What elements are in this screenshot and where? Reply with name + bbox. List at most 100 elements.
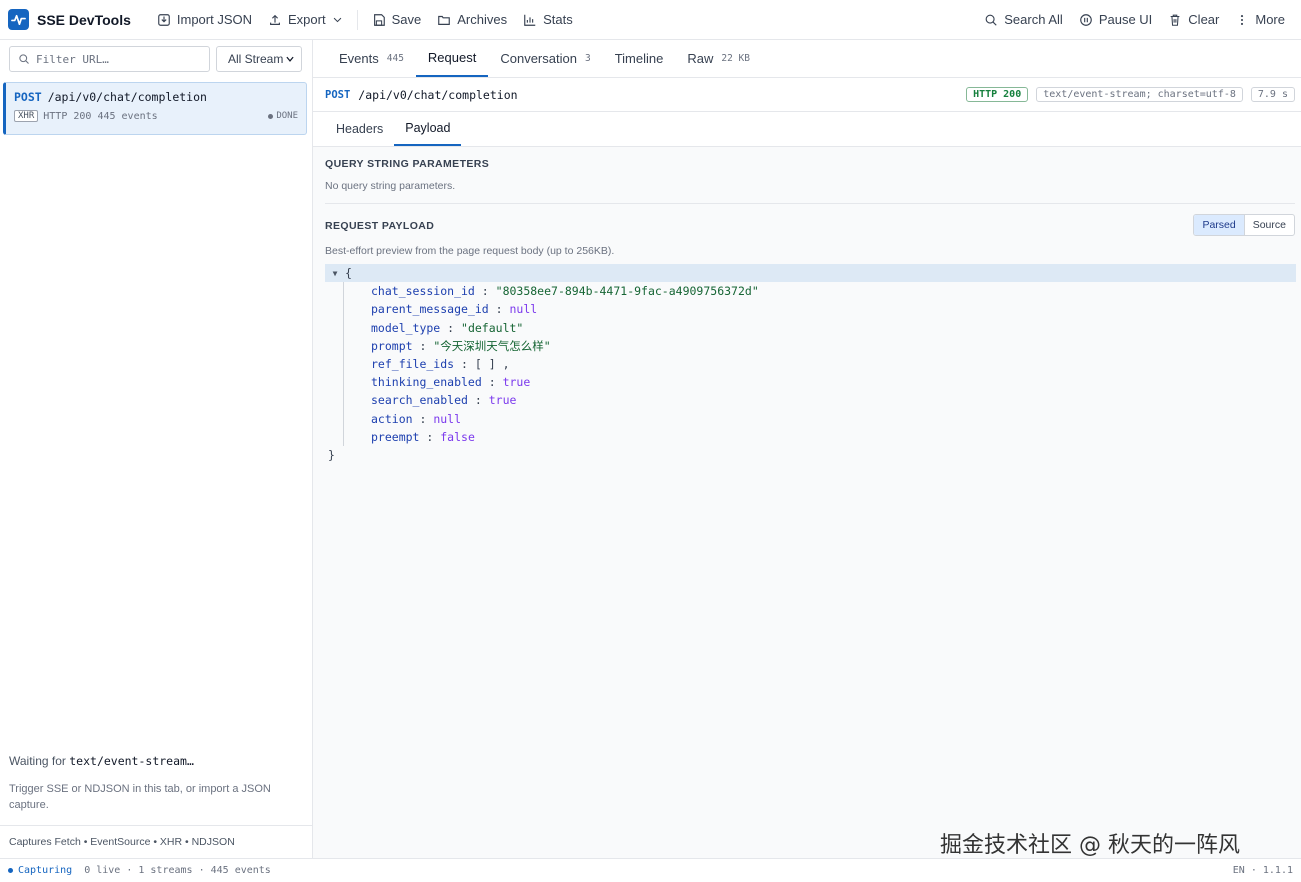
pause-icon — [1079, 13, 1092, 26]
section-title: REQUEST PAYLOAD — [325, 220, 435, 232]
import-json-button[interactable]: Import JSON — [149, 6, 260, 34]
brand: SSE DevTools — [8, 9, 131, 30]
tab-conversation[interactable]: Conversation 3 — [488, 40, 602, 77]
section-divider — [325, 203, 1295, 204]
json-colon: : — [481, 375, 503, 390]
json-key: preempt — [371, 429, 420, 444]
json-field-row: ref_file_ids : [ ] , — [371, 355, 1296, 373]
json-key: model_type — [371, 320, 441, 335]
watermark: 掘金技术社区 @ 秋天的一阵风 — [940, 833, 1240, 858]
section-title: QUERY STRING PARAMETERS — [325, 158, 490, 170]
request-url: /api/v0/chat/completion — [358, 87, 518, 102]
json-key: chat_session_id — [371, 284, 475, 299]
detail-pane: Events 445 Request Conversation 3 Timeline… — [313, 40, 1301, 858]
json-colon: : — [454, 357, 475, 372]
filter-url-input[interactable] — [36, 52, 196, 66]
json-field-row: prompt : "今天深圳天气怎么样" — [371, 337, 1296, 355]
archives-button[interactable]: Archives — [429, 6, 515, 34]
json-field-row: preempt : false — [371, 428, 1296, 446]
filter-url-field[interactable] — [9, 46, 210, 72]
app-title: SSE DevTools — [37, 11, 131, 28]
json-children: chat_session_id : "80358ee7-894b-4471-9f… — [343, 282, 1296, 446]
capturing-indicator[interactable]: Capturing — [18, 865, 72, 876]
trigger-hint: Trigger SSE or NDJSON in this tab, or im… — [9, 783, 271, 811]
stream-type-badge: XHR — [14, 110, 39, 122]
status-badge: HTTP 200 — [966, 87, 1029, 102]
payload-description: Best-effort preview from the page reques… — [325, 245, 615, 257]
json-value: null — [433, 411, 462, 426]
stream-type-select[interactable]: All Stream — [216, 46, 302, 72]
save-button[interactable]: Save — [364, 6, 430, 34]
parsed-toggle-button[interactable]: Parsed — [1194, 215, 1245, 235]
export-button[interactable]: Export — [260, 6, 351, 34]
duration-badge: 7.9 s — [1250, 87, 1295, 102]
empty-query-text: No query string parameters. — [325, 180, 456, 192]
capture-stats: 0 live · 1 streams · 445 events — [84, 865, 271, 876]
json-close-row: } — [328, 447, 335, 462]
json-value: [ ] , — [474, 357, 510, 372]
json-key: ref_file_ids — [371, 357, 455, 372]
json-key: parent_message_id — [371, 302, 489, 317]
source-toggle-button[interactable]: Source — [1245, 215, 1294, 235]
json-colon: : — [412, 411, 434, 426]
json-value: "今天深圳天气怎么样" — [433, 338, 551, 353]
json-colon: : — [467, 393, 489, 408]
json-value: true — [488, 393, 517, 408]
stream-method: POST — [14, 90, 42, 104]
caret-down-icon[interactable]: ▼ — [325, 269, 345, 278]
json-key: thinking_enabled — [371, 375, 482, 390]
json-colon: : — [474, 284, 496, 299]
stream-list-item[interactable]: POST /api/v0/chat/completion XHR HTTP 20… — [3, 82, 307, 135]
json-field-row: search_enabled : true — [371, 391, 1296, 409]
waiting-message: Waiting for text/event-stream… — [9, 754, 194, 768]
capturing-dot-icon — [8, 868, 13, 873]
json-root-row[interactable]: ▼{ — [325, 264, 1296, 283]
view-mode-toggle: Parsed Source — [1193, 214, 1295, 236]
json-field-row: action : null — [371, 410, 1296, 428]
status-dot-icon — [268, 113, 274, 119]
tab-timeline[interactable]: Timeline — [603, 40, 676, 77]
tab-request[interactable]: Request — [415, 40, 489, 77]
import-icon — [158, 13, 170, 26]
json-colon: : — [412, 338, 434, 353]
json-field-row: parent_message_id : null — [371, 300, 1296, 318]
json-key: search_enabled — [371, 393, 468, 408]
more-button[interactable]: More — [1227, 6, 1293, 34]
chevron-down-icon — [333, 17, 341, 23]
request-summary: POST /api/v0/chat/completion HTTP 200 te… — [313, 78, 1301, 112]
captures-footer: Captures Fetch • EventSource • XHR • NDJ… — [0, 825, 312, 858]
json-field-row: chat_session_id : "80358ee7-894b-4471-9f… — [371, 282, 1296, 300]
detail-tabs: Events 445 Request Conversation 3 Timeline… — [313, 40, 1301, 78]
search-icon — [19, 54, 29, 64]
version-label: EN · 1.1.1 — [1232, 865, 1293, 876]
stream-url: /api/v0/chat/completion — [47, 90, 207, 104]
pause-ui-button[interactable]: Pause UI — [1071, 6, 1160, 34]
json-value: "80358ee7-894b-4471-9fac-a4909756372d" — [495, 284, 759, 299]
tab-headers[interactable]: Headers — [325, 112, 394, 146]
folder-icon — [438, 15, 451, 25]
toolbar-divider — [356, 9, 358, 30]
trash-icon — [1170, 14, 1180, 26]
request-method: POST — [325, 88, 351, 101]
json-colon: : — [440, 320, 462, 335]
json-colon: : — [488, 302, 510, 317]
clear-button[interactable]: Clear — [1160, 6, 1227, 34]
filter-row: All Stream — [9, 46, 302, 72]
stream-state: DONE — [268, 111, 298, 121]
status-bar: Capturing 0 live · 1 streams · 445 event… — [0, 858, 1301, 882]
tab-raw[interactable]: Raw 22 KB — [675, 40, 762, 77]
json-field-row: thinking_enabled : true — [371, 373, 1296, 391]
content-type-badge: text/event-stream; charset=utf-8 — [1036, 87, 1243, 102]
stats-button[interactable]: Stats — [515, 6, 581, 34]
stream-sidebar: All Stream POST /api/v0/chat/completion … — [0, 40, 313, 858]
pulse-logo-icon — [8, 9, 29, 30]
json-value: true — [502, 375, 531, 390]
search-all-button[interactable]: Search All — [976, 6, 1071, 34]
tab-payload[interactable]: Payload — [394, 112, 462, 146]
tab-events[interactable]: Events 445 — [327, 40, 416, 77]
json-field-row: model_type : "default" — [371, 319, 1296, 337]
chevron-down-icon — [286, 56, 294, 62]
bar-chart-icon — [524, 14, 536, 26]
request-subtabs: Headers Payload — [313, 112, 1301, 147]
json-colon: : — [419, 429, 441, 444]
